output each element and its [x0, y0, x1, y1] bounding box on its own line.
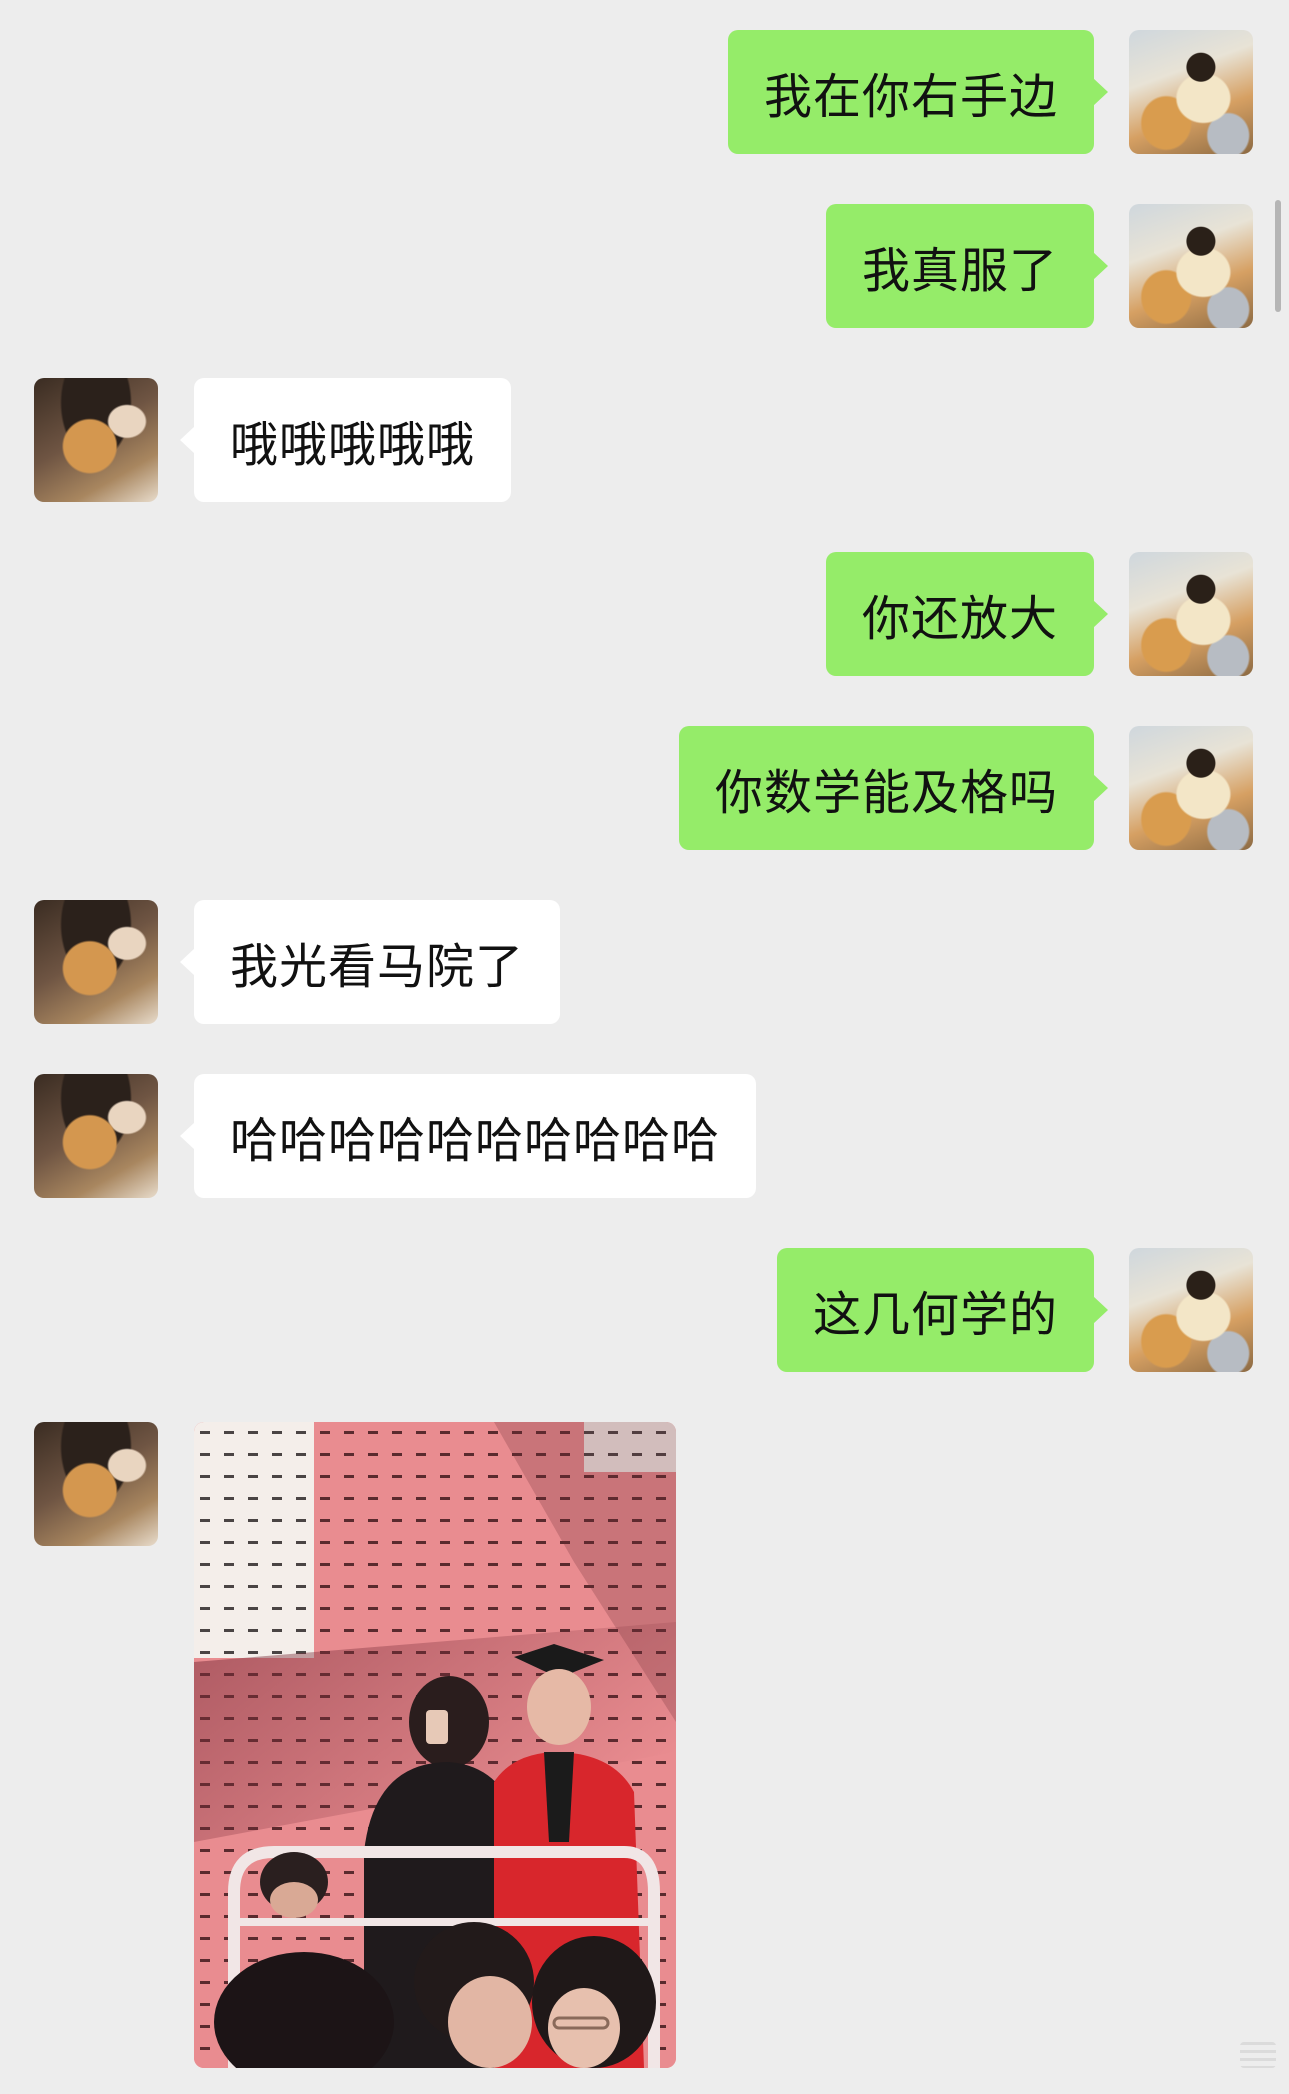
chat-area[interactable]: 我在你右手边 我真服了 哦哦哦哦哦 你还放大 你数学能及格吗 我光看马院了 哈哈…: [0, 0, 1289, 2094]
scrollbar[interactable]: [1275, 200, 1281, 312]
contact-avatar[interactable]: [34, 900, 158, 1024]
message-row: 这几何学的: [0, 1248, 1289, 1372]
my-avatar[interactable]: [1129, 204, 1253, 328]
message-row: 哦哦哦哦哦: [0, 378, 1289, 502]
message-row: 哈哈哈哈哈哈哈哈哈哈: [0, 1074, 1289, 1198]
my-avatar[interactable]: [1129, 552, 1253, 676]
received-message-bubble[interactable]: 我光看马院了: [179, 900, 561, 1024]
received-message-bubble[interactable]: 哦哦哦哦哦: [179, 378, 512, 502]
received-message-bubble[interactable]: 哈哈哈哈哈哈哈哈哈哈: [179, 1074, 757, 1198]
contact-avatar[interactable]: [34, 1074, 158, 1198]
message-row: 我光看马院了: [0, 900, 1289, 1024]
message-row: 你还放大: [0, 552, 1289, 676]
message-row: 你数学能及格吗: [0, 726, 1289, 850]
contact-avatar[interactable]: [34, 1422, 158, 1546]
my-avatar[interactable]: [1129, 30, 1253, 154]
my-avatar[interactable]: [1129, 726, 1253, 850]
sent-message-bubble[interactable]: 你还放大: [825, 552, 1109, 676]
sent-message-bubble[interactable]: 我真服了: [825, 204, 1109, 328]
sent-message-bubble[interactable]: 这几何学的: [776, 1248, 1109, 1372]
message-row: 我真服了: [0, 204, 1289, 328]
graduation-photo-image: [194, 1422, 676, 2068]
sent-message-bubble[interactable]: 我在你右手边: [727, 30, 1109, 154]
sent-message-bubble[interactable]: 你数学能及格吗: [678, 726, 1109, 850]
message-row: 我在你右手边: [0, 30, 1289, 154]
grip-handle-icon: [1240, 2042, 1276, 2068]
image-message-photo[interactable]: [194, 1422, 676, 2068]
my-avatar[interactable]: [1129, 1248, 1253, 1372]
contact-avatar[interactable]: [34, 378, 158, 502]
image-message-row: [0, 1422, 1289, 2068]
